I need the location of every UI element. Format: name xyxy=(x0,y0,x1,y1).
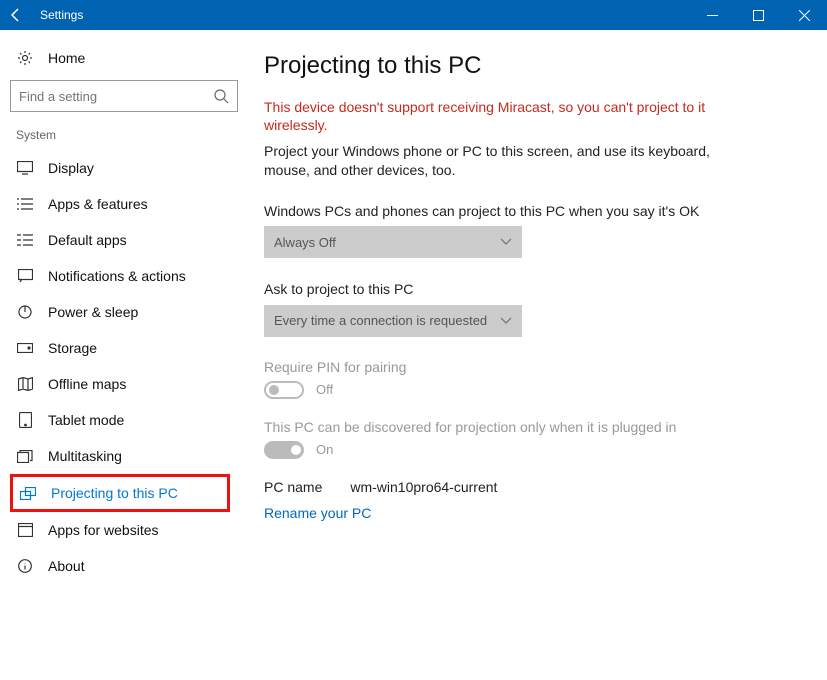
sidebar-item-label: Tablet mode xyxy=(48,412,124,428)
pin-state: Off xyxy=(316,382,333,397)
sidebar-item-power-sleep[interactable]: Power & sleep xyxy=(10,294,250,330)
sidebar-item-storage[interactable]: Storage xyxy=(10,330,250,366)
search-input[interactable] xyxy=(10,80,238,112)
tablet-icon xyxy=(16,412,34,428)
discover-toggle[interactable] xyxy=(264,441,304,459)
close-button[interactable] xyxy=(781,0,827,30)
minimize-button[interactable] xyxy=(689,0,735,30)
maximize-button[interactable] xyxy=(735,0,781,30)
sidebar-item-label: Projecting to this PC xyxy=(51,485,178,501)
minimize-icon xyxy=(707,10,718,21)
project-permission-select[interactable]: Always Off xyxy=(264,226,522,258)
sidebar-item-label: Offline maps xyxy=(48,376,126,392)
select-value: Always Off xyxy=(274,235,336,250)
chevron-down-icon xyxy=(500,238,512,246)
sidebar-item-projecting[interactable]: Projecting to this PC xyxy=(10,474,230,512)
page-title: Projecting to this PC xyxy=(264,52,752,80)
group-title: System xyxy=(10,122,250,150)
back-button[interactable] xyxy=(0,0,32,30)
search-icon xyxy=(213,88,229,104)
project-permission-label: Windows PCs and phones can project to th… xyxy=(264,202,752,220)
sidebar-item-apps-features[interactable]: Apps & features xyxy=(10,186,250,222)
pin-label: Require PIN for pairing xyxy=(264,359,752,375)
power-icon xyxy=(16,305,34,319)
sidebar-item-label: Multitasking xyxy=(48,448,122,464)
gear-icon xyxy=(16,50,34,66)
sidebar-item-default-apps[interactable]: Default apps xyxy=(10,222,250,258)
discover-state: On xyxy=(316,442,333,457)
sidebar-item-label: Storage xyxy=(48,340,97,356)
multitask-icon xyxy=(16,450,34,463)
close-icon xyxy=(799,10,810,21)
pin-toggle[interactable] xyxy=(264,381,304,399)
ask-project-select[interactable]: Every time a connection is requested xyxy=(264,305,522,337)
sidebar-item-tablet-mode[interactable]: Tablet mode xyxy=(10,402,250,438)
description: Project your Windows phone or PC to this… xyxy=(264,142,752,180)
toggle-knob xyxy=(269,385,279,395)
maximize-icon xyxy=(753,10,764,21)
pc-name-label: PC name xyxy=(264,479,322,495)
select-value: Every time a connection is requested xyxy=(274,313,487,328)
discover-label: This PC can be discovered for projection… xyxy=(264,419,752,435)
chevron-down-icon xyxy=(500,317,512,325)
sidebar-item-label: Apps for websites xyxy=(48,522,159,538)
sidebar-item-apps-websites[interactable]: Apps for websites xyxy=(10,512,250,548)
storage-icon xyxy=(16,343,34,353)
sidebar-item-notifications[interactable]: Notifications & actions xyxy=(10,258,250,294)
map-icon xyxy=(16,377,34,391)
toggle-knob xyxy=(291,445,301,455)
titlebar: Settings xyxy=(0,0,827,30)
sidebar-item-label: Default apps xyxy=(48,232,127,248)
sidebar-item-display[interactable]: Display xyxy=(10,150,250,186)
monitor-icon xyxy=(16,161,34,175)
sidebar: Home System Display Apps & features Defa… xyxy=(0,30,250,680)
rename-pc-link[interactable]: Rename your PC xyxy=(264,505,752,521)
apps-web-icon xyxy=(16,523,34,537)
sidebar-item-multitasking[interactable]: Multitasking xyxy=(10,438,250,474)
main-panel: Projecting to this PC This device doesn'… xyxy=(250,30,780,680)
sidebar-item-label: Apps & features xyxy=(48,196,148,212)
window-title: Settings xyxy=(32,8,689,22)
pc-name-value: wm-win10pro64-current xyxy=(350,479,497,495)
search-field[interactable] xyxy=(19,89,213,104)
sidebar-item-label: Power & sleep xyxy=(48,304,138,320)
sidebar-item-about[interactable]: About xyxy=(10,548,250,584)
list-icon xyxy=(16,197,34,211)
sidebar-item-label: About xyxy=(48,558,85,574)
window-controls xyxy=(689,0,827,30)
project-icon xyxy=(19,487,37,500)
arrow-left-icon xyxy=(8,7,24,23)
notification-icon xyxy=(16,269,34,283)
info-icon xyxy=(16,559,34,573)
error-message: This device doesn't support receiving Mi… xyxy=(264,98,752,134)
home-button[interactable]: Home xyxy=(10,42,250,76)
ask-project-label: Ask to project to this PC xyxy=(264,280,752,298)
sidebar-item-label: Notifications & actions xyxy=(48,268,186,284)
defaults-icon xyxy=(16,233,34,247)
sidebar-item-offline-maps[interactable]: Offline maps xyxy=(10,366,250,402)
home-label: Home xyxy=(48,50,85,66)
sidebar-item-label: Display xyxy=(48,160,94,176)
pc-name-row: PC name wm-win10pro64-current xyxy=(264,479,752,495)
